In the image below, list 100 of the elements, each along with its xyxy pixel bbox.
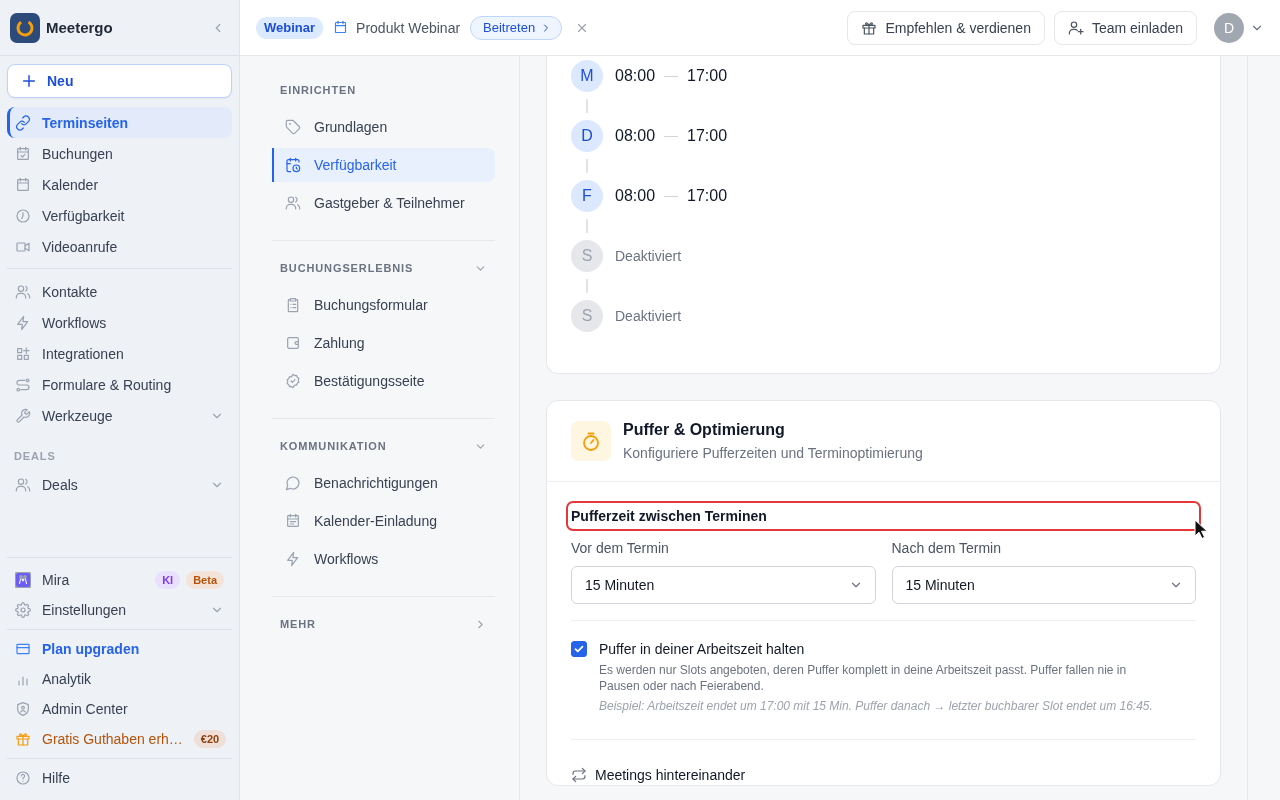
people-icon <box>15 476 31 493</box>
settings-nav-item[interactable]: Kalender-Einladung <box>272 504 495 538</box>
gift-icon <box>861 19 878 36</box>
duration-select[interactable]: 15 Minuten <box>571 566 876 604</box>
stopwatch-icon <box>571 421 611 461</box>
range-dash <box>664 195 679 197</box>
badge: €20 <box>193 730 227 748</box>
range-dash <box>664 135 679 137</box>
event-name: Produkt Webinar <box>356 19 461 36</box>
settings-icon <box>15 602 31 618</box>
sidebar-item[interactable]: Kalender <box>7 169 232 200</box>
plus-icon <box>21 73 37 89</box>
weekday-marker: F <box>571 180 603 212</box>
sidebar-item[interactable]: Admin Center <box>7 694 232 724</box>
sidebar-item[interactable]: Hilfe <box>7 763 232 793</box>
badge: Beta <box>186 571 224 589</box>
invite-button[interactable]: Team einladen <box>1053 10 1197 45</box>
field-label: Nach dem Termin <box>891 539 1001 558</box>
settings-nav-item[interactable]: Benachrichtigungen <box>272 466 495 500</box>
chat-bubble-icon <box>285 475 301 491</box>
end-time[interactable]: 17:00 <box>687 187 728 205</box>
option-label: Puffer in deiner Arbeitszeit halten <box>599 640 805 659</box>
status-text: Deaktiviert <box>615 248 682 264</box>
card-subtitle: Konfiguriere Pufferzeiten und Terminoptimierung <box>623 444 923 463</box>
settings-nav-item[interactable]: Bestätigungsseite <box>272 364 495 398</box>
sidebar-item[interactable]: Einstellungen <box>7 595 232 625</box>
section-toggle[interactable]: MEHR <box>272 617 495 631</box>
start-time[interactable]: 08:00 <box>615 67 656 85</box>
sidebar-item[interactable]: Deals <box>7 469 232 500</box>
sidebar-item[interactable]: Videoanrufe <box>7 231 232 262</box>
user-plus-icon <box>1067 19 1084 36</box>
duration-select[interactable]: 15 Minuten <box>891 566 1196 604</box>
settings-nav-item[interactable]: Zahlung <box>272 326 495 360</box>
sidebar-item[interactable]: Workflows <box>7 307 232 338</box>
section-toggle[interactable]: KOMMUNIKATION <box>272 439 495 453</box>
section-toggle[interactable]: BUCHUNGSERLEBNIS <box>272 261 495 275</box>
sidebar-item[interactable]: Integrationen <box>7 338 232 369</box>
refer-button[interactable]: Empfehlen & verdienen <box>847 10 1045 45</box>
pointer-cursor-icon <box>1194 519 1208 540</box>
shield-user-icon <box>15 701 31 717</box>
calendar-icon <box>285 513 301 529</box>
credit-card-icon <box>15 641 31 657</box>
sidebar-item[interactable]: Formulare & Routing <box>7 369 232 400</box>
status-text: Deaktiviert <box>615 308 682 324</box>
check-badge-icon <box>285 373 301 389</box>
settings-nav-item[interactable]: Workflows <box>272 542 495 576</box>
example-text: Beispiel: Arbeitszeit endet um 17:00 mit 15 Min. Puffer danach → letzter buchbarer Slot endet um 16:45. <box>599 698 1153 714</box>
end-time[interactable]: 17:00 <box>687 67 728 85</box>
route-icon <box>15 376 31 393</box>
sidebar-item[interactable]: Verfügbarkeit <box>7 200 232 231</box>
repeat-icon <box>571 767 587 783</box>
clock-icon <box>15 207 31 224</box>
sidebar-item[interactable]: Terminseiten <box>7 107 232 138</box>
sidebar-item[interactable]: Kontakte <box>7 276 232 307</box>
section-heading: EINRICHTEN <box>279 83 358 97</box>
tag-icon <box>285 119 301 135</box>
sidebar-item[interactable]: Analytik <box>7 664 232 694</box>
range-dash <box>664 75 679 77</box>
brand-name: Meetergo <box>46 19 113 36</box>
help-icon <box>15 770 31 786</box>
field-label: Vor dem Termin <box>571 539 669 558</box>
join-button[interactable]: Beitreten <box>470 15 563 40</box>
calendar-icon <box>15 176 31 193</box>
settings-nav-item[interactable]: Gastgeber & Teilnehmer <box>272 186 495 220</box>
sidebar-item[interactable]: Buchungen <box>7 138 232 169</box>
event-type-badge: Webinar <box>256 16 324 39</box>
option-description: Es werden nur Slots angeboten, deren Puffer komplett in deine Arbeitszeit passt. Puffer fallen nie in Pausen oder nach Feierabend. <box>599 662 1128 694</box>
clipboard-icon <box>285 297 301 313</box>
sidebar-item[interactable]: Gratis Guthaben erh… €20 <box>7 724 232 754</box>
lightning-icon <box>15 314 31 331</box>
weekday-marker: S <box>571 300 603 332</box>
settings-nav-item[interactable]: Buchungsformular <box>272 288 495 322</box>
sidebar-item[interactable]: Mira KI Beta <box>7 565 232 595</box>
weekday-marker: M <box>571 60 603 92</box>
end-time[interactable]: 17:00 <box>687 127 728 145</box>
badge: KI <box>155 571 181 589</box>
calendar-clock-icon <box>285 157 301 173</box>
start-time[interactable]: 08:00 <box>615 187 656 205</box>
settings-nav-item[interactable]: Verfügbarkeit <box>272 148 495 182</box>
card-title: Puffer & Optimierung <box>623 420 785 440</box>
wrench-icon <box>15 407 31 424</box>
checkbox[interactable] <box>571 641 587 657</box>
grid-plus-icon <box>15 345 31 362</box>
assistant-logo-icon <box>15 572 31 588</box>
logo-icon <box>10 12 40 43</box>
calendar-check-icon <box>15 145 31 162</box>
wallet-icon <box>285 335 301 351</box>
lightning-icon <box>285 551 301 567</box>
calendar-icon <box>333 20 349 35</box>
sidebar-item[interactable]: Plan upgraden <box>7 634 232 664</box>
setting-label: Meetings hintereinander <box>595 766 746 785</box>
section-label: Pufferzeit zwischen Terminen <box>566 501 1201 531</box>
start-time[interactable]: 08:00 <box>615 127 656 145</box>
weekday-marker: S <box>571 240 603 272</box>
settings-nav-item[interactable]: Grundlagen <box>272 110 495 144</box>
section-heading: DEALS <box>13 449 57 463</box>
link-icon <box>15 114 31 131</box>
new-button[interactable]: Neu <box>7 64 232 98</box>
sidebar-item[interactable]: Werkzeuge <box>7 400 232 431</box>
weekday-marker: D <box>571 120 603 152</box>
